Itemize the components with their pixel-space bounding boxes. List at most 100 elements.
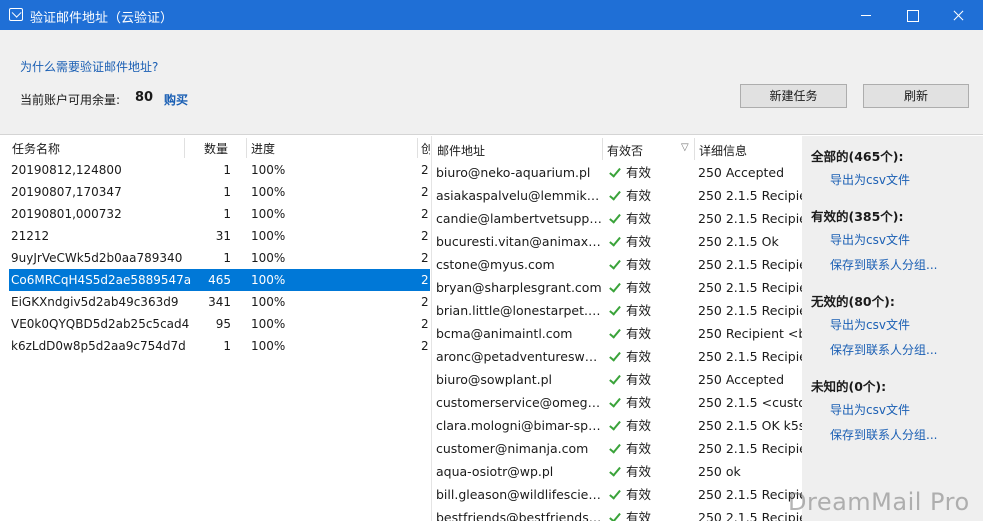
table-row[interactable]: asiakaspalvelu@lemmikki.com 有效 250 2.1.5 R… (432, 184, 802, 207)
task-name: 9uyJrVeCWk5d2b0aa789340 (11, 251, 183, 265)
sort-down-icon[interactable]: ▽ (681, 142, 689, 153)
valid-status: 有效 (626, 188, 652, 203)
table-row[interactable]: bestfriends@bestfriends.com 有效 250 2.1.5 R… (432, 506, 802, 521)
valid-status: 有效 (626, 372, 652, 387)
column-separator[interactable] (602, 138, 603, 160)
email-address: customer@nimanja.com (436, 441, 589, 456)
email-address: bcma@animaintl.com (436, 326, 573, 341)
table-row[interactable]: biuro@neko-aquarium.pl 有效 250 Accepted (432, 161, 802, 184)
email-address: customerservice@omegapaw.com (436, 395, 604, 410)
task-list: 任务名称 数量 进度 创 20190812,124800 1 100% 2 20… (0, 136, 430, 521)
task-name: 20190807,170347 (11, 185, 122, 199)
email-address: asiakaspalvelu@lemmikki.com (436, 188, 604, 203)
valid-status: 有效 (626, 165, 652, 180)
table-row[interactable]: clara.mologni@bimar-spa.it 有效 250 2.1.5 OK… (432, 414, 802, 437)
export-all-csv-link[interactable]: 导出为csv文件 (830, 171, 910, 188)
email-address: candie@lambertvetsupply.com (436, 211, 604, 226)
detail-info: 250 Recipient <bcma (698, 326, 802, 341)
column-header-valid[interactable]: 有效否 (607, 142, 643, 159)
table-row[interactable]: bucuresti.vitan@animax.ro 有效 250 2.1.5 Ok (432, 230, 802, 253)
task-name: k6zLdD0w8p5d2aa9c754d7d (11, 339, 186, 353)
table-row[interactable]: biuro@sowplant.pl 有效 250 Accepted (432, 368, 802, 391)
check-icon (609, 460, 623, 483)
table-row[interactable]: brian.little@lonestarpet.com 有效 250 2.1.5 … (432, 299, 802, 322)
save-valid-to-group-link[interactable]: 保存到联系人分组... (830, 256, 937, 273)
task-created: 2 (421, 163, 429, 177)
column-separator[interactable] (246, 138, 247, 158)
minimize-button[interactable] (843, 0, 889, 30)
brand-watermark: DreamMail Pro (788, 488, 970, 516)
table-row[interactable]: bryan@sharplesgrant.com 有效 250 2.1.5 Recip… (432, 276, 802, 299)
export-unknown-csv-link[interactable]: 导出为csv文件 (830, 401, 910, 418)
table-row[interactable]: cstone@myus.com 有效 250 2.1.5 Recipient OK (432, 253, 802, 276)
email-address: aronc@petadventuresworld.com (436, 349, 604, 364)
detail-info: 250 2.1.5 Ok (698, 234, 779, 249)
table-row-selected[interactable]: Co6MRCqH4S5d2ae5889547a 465 100% 2 (9, 269, 430, 291)
save-unknown-to-group-link[interactable]: 保存到联系人分组... (830, 426, 937, 443)
table-row[interactable]: 21212 31 100% 2 (9, 225, 430, 247)
table-row[interactable]: bcma@animaintl.com 有效 250 Recipient <bcma (432, 322, 802, 345)
table-row[interactable]: bill.gleason@wildlifescience.com 有效 250 2.… (432, 483, 802, 506)
table-row[interactable]: customer@nimanja.com 有效 250 2.1.5 Recipien… (432, 437, 802, 460)
new-task-button[interactable]: 新建任务 (740, 84, 847, 108)
table-row[interactable]: k6zLdD0w8p5d2aa9c754d7d 1 100% 2 (9, 335, 430, 357)
column-separator[interactable] (694, 138, 695, 160)
table-row[interactable]: aronc@petadventuresworld.com 有效 250 2.1.5 … (432, 345, 802, 368)
check-icon (609, 437, 623, 460)
save-invalid-to-group-link[interactable]: 保存到联系人分组... (830, 341, 937, 358)
buy-link[interactable]: 购买 (164, 91, 188, 108)
email-address: cstone@myus.com (436, 257, 555, 272)
table-row[interactable]: customerservice@omegapaw.com 有效 250 2.1.5 … (432, 391, 802, 414)
valid-status: 有效 (626, 234, 652, 249)
why-verify-link[interactable]: 为什么需要验证邮件地址? (20, 58, 158, 75)
column-header-detail[interactable]: 详细信息 (699, 142, 747, 159)
valid-status: 有效 (626, 395, 652, 410)
table-row[interactable]: 9uyJrVeCWk5d2b0aa789340 1 100% 2 (9, 247, 430, 269)
column-separator[interactable] (417, 138, 418, 158)
summary-unknown-title: 未知的(0个): (811, 379, 887, 394)
column-header-count[interactable]: 数量 (204, 140, 228, 157)
column-header-email[interactable]: 邮件地址 (437, 142, 485, 159)
task-created: 2 (421, 317, 429, 331)
task-name: EiGKXndgiv5d2ab49c363d9 (11, 295, 179, 309)
task-progress: 100% (251, 273, 286, 287)
detail-info: 250 Accepted (698, 372, 785, 387)
table-row[interactable]: 20190807,170347 1 100% 2 (9, 181, 430, 203)
table-row[interactable]: candie@lambertvetsupply.com 有效 250 2.1.5 R… (432, 207, 802, 230)
task-count: 1 (223, 185, 231, 199)
column-header-progress[interactable]: 进度 (251, 140, 275, 157)
detail-info: 250 2.1.5 Recipient OK (698, 510, 802, 521)
email-address: biuro@sowplant.pl (436, 372, 552, 387)
task-count: 95 (215, 317, 231, 331)
detail-info: 250 2.1.5 Recipient OK (698, 257, 802, 272)
valid-status: 有效 (626, 510, 652, 521)
export-valid-csv-link[interactable]: 导出为csv文件 (830, 231, 910, 248)
balance-label: 当前账户可用余量: (20, 93, 121, 107)
table-row[interactable]: EiGKXndgiv5d2ab49c363d9 341 100% 2 (9, 291, 430, 313)
valid-status: 有效 (626, 418, 652, 433)
detail-info: 250 2.1.5 <customer (698, 395, 802, 410)
column-header-task-name[interactable]: 任务名称 (12, 140, 60, 157)
column-separator[interactable] (184, 138, 185, 158)
close-button[interactable] (935, 0, 981, 30)
table-row[interactable]: VE0k0QYQBD5d2ab25c5cad4 95 100% 2 (9, 313, 430, 335)
maximize-button[interactable] (889, 0, 935, 30)
check-icon (609, 322, 623, 345)
task-created: 2 (421, 295, 429, 309)
table-row[interactable]: 20190812,124800 1 100% 2 (9, 159, 430, 181)
task-created: 2 (421, 229, 429, 243)
column-header-created[interactable]: 创 (421, 140, 430, 157)
export-invalid-csv-link[interactable]: 导出为csv文件 (830, 316, 910, 333)
email-address: bestfriends@bestfriends.com (436, 510, 604, 521)
valid-status: 有效 (626, 326, 652, 341)
table-row[interactable]: aqua-osiotr@wp.pl 有效 250 ok (432, 460, 802, 483)
summary-panel: 全部的(465个): 导出为csv文件 有效的(385个): 导出为csv文件 … (802, 136, 983, 521)
refresh-button[interactable]: 刷新 (863, 84, 969, 108)
title-bar: 验证邮件地址（云验证） (0, 0, 983, 30)
valid-status: 有效 (626, 464, 652, 479)
detail-info: 250 ok (698, 464, 741, 479)
task-name: 21212 (11, 229, 50, 243)
table-row[interactable]: 20190801,000732 1 100% 2 (9, 203, 430, 225)
task-progress: 100% (251, 317, 286, 331)
valid-status: 有效 (626, 303, 652, 318)
